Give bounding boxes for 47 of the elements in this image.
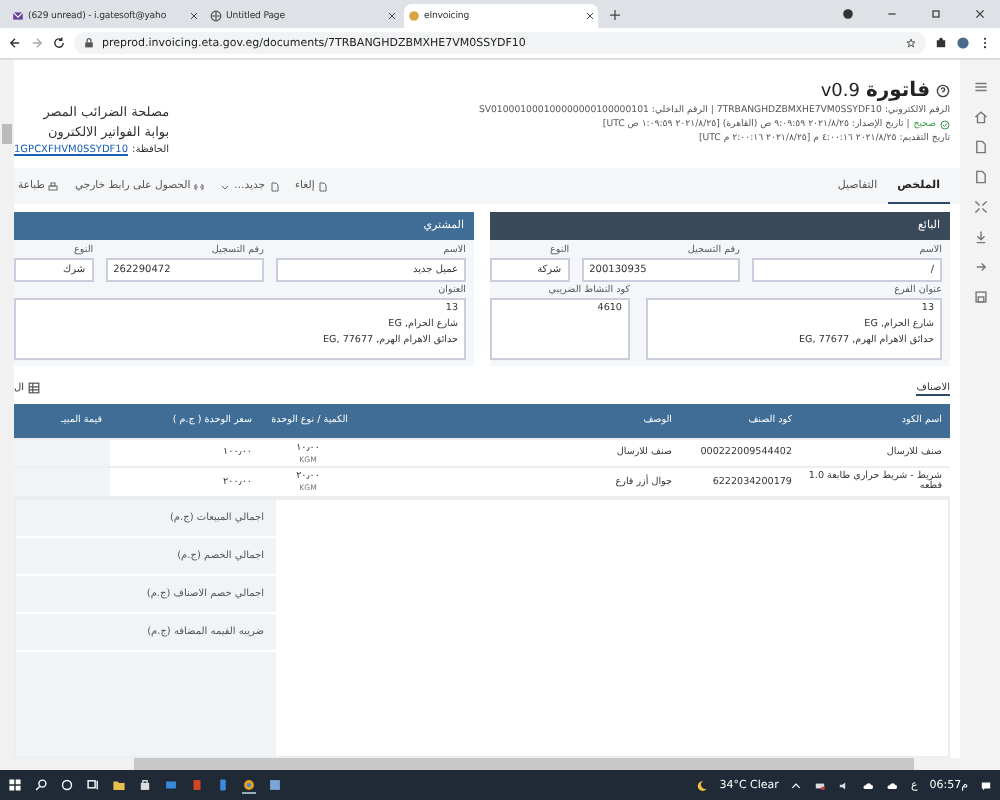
speaker-icon[interactable] xyxy=(838,779,851,791)
printer-icon xyxy=(48,181,59,191)
close-icon[interactable] xyxy=(388,12,396,20)
minimize-icon[interactable] xyxy=(886,8,898,20)
close-icon[interactable] xyxy=(974,8,986,20)
back-icon[interactable] xyxy=(8,36,22,50)
moon-icon xyxy=(695,779,708,791)
search-icon[interactable] xyxy=(34,778,48,792)
download-icon[interactable] xyxy=(973,230,987,244)
browser-icon[interactable] xyxy=(242,777,256,793)
home-icon[interactable] xyxy=(973,110,987,124)
app-icon[interactable] xyxy=(268,778,282,792)
chevron-up-icon[interactable] xyxy=(790,779,803,791)
reload-icon[interactable] xyxy=(52,36,66,50)
bag-icon[interactable] xyxy=(138,778,152,792)
lock-icon xyxy=(84,38,94,48)
circle-icon[interactable] xyxy=(60,778,74,792)
close-icon[interactable] xyxy=(190,12,198,20)
expand-icon[interactable] xyxy=(973,200,987,214)
help-icon[interactable] xyxy=(936,84,950,98)
avatar-icon[interactable] xyxy=(956,36,970,50)
maximize-icon[interactable] xyxy=(930,8,942,20)
vertical-scrollbar[interactable] xyxy=(0,60,14,770)
document-icon xyxy=(269,181,280,191)
more-icon[interactable] xyxy=(978,36,992,50)
mail-icon xyxy=(12,10,24,22)
menu-icon[interactable] xyxy=(973,80,987,94)
folder-icon[interactable] xyxy=(112,778,126,792)
table-icon[interactable] xyxy=(28,382,41,394)
link-icon xyxy=(194,181,205,191)
close-icon[interactable] xyxy=(586,12,594,20)
profile-icon[interactable] xyxy=(842,8,854,20)
windows-icon[interactable] xyxy=(8,778,22,792)
document-icon xyxy=(318,181,329,191)
save-icon[interactable] xyxy=(973,290,987,304)
document-icon[interactable] xyxy=(973,170,987,184)
arrow-icon[interactable] xyxy=(973,260,987,274)
version-label: v0.9 xyxy=(820,81,860,101)
document-icon[interactable] xyxy=(973,140,987,154)
check-circle-icon xyxy=(940,120,950,130)
notification-icon[interactable] xyxy=(980,779,992,791)
invoice-title: فاتورة xyxy=(866,80,930,102)
task-view-icon[interactable] xyxy=(86,778,100,792)
network-icon[interactable] xyxy=(814,779,827,791)
new-tab-icon[interactable] xyxy=(610,10,620,20)
globe-icon xyxy=(210,10,222,22)
star-icon[interactable] xyxy=(906,38,916,48)
